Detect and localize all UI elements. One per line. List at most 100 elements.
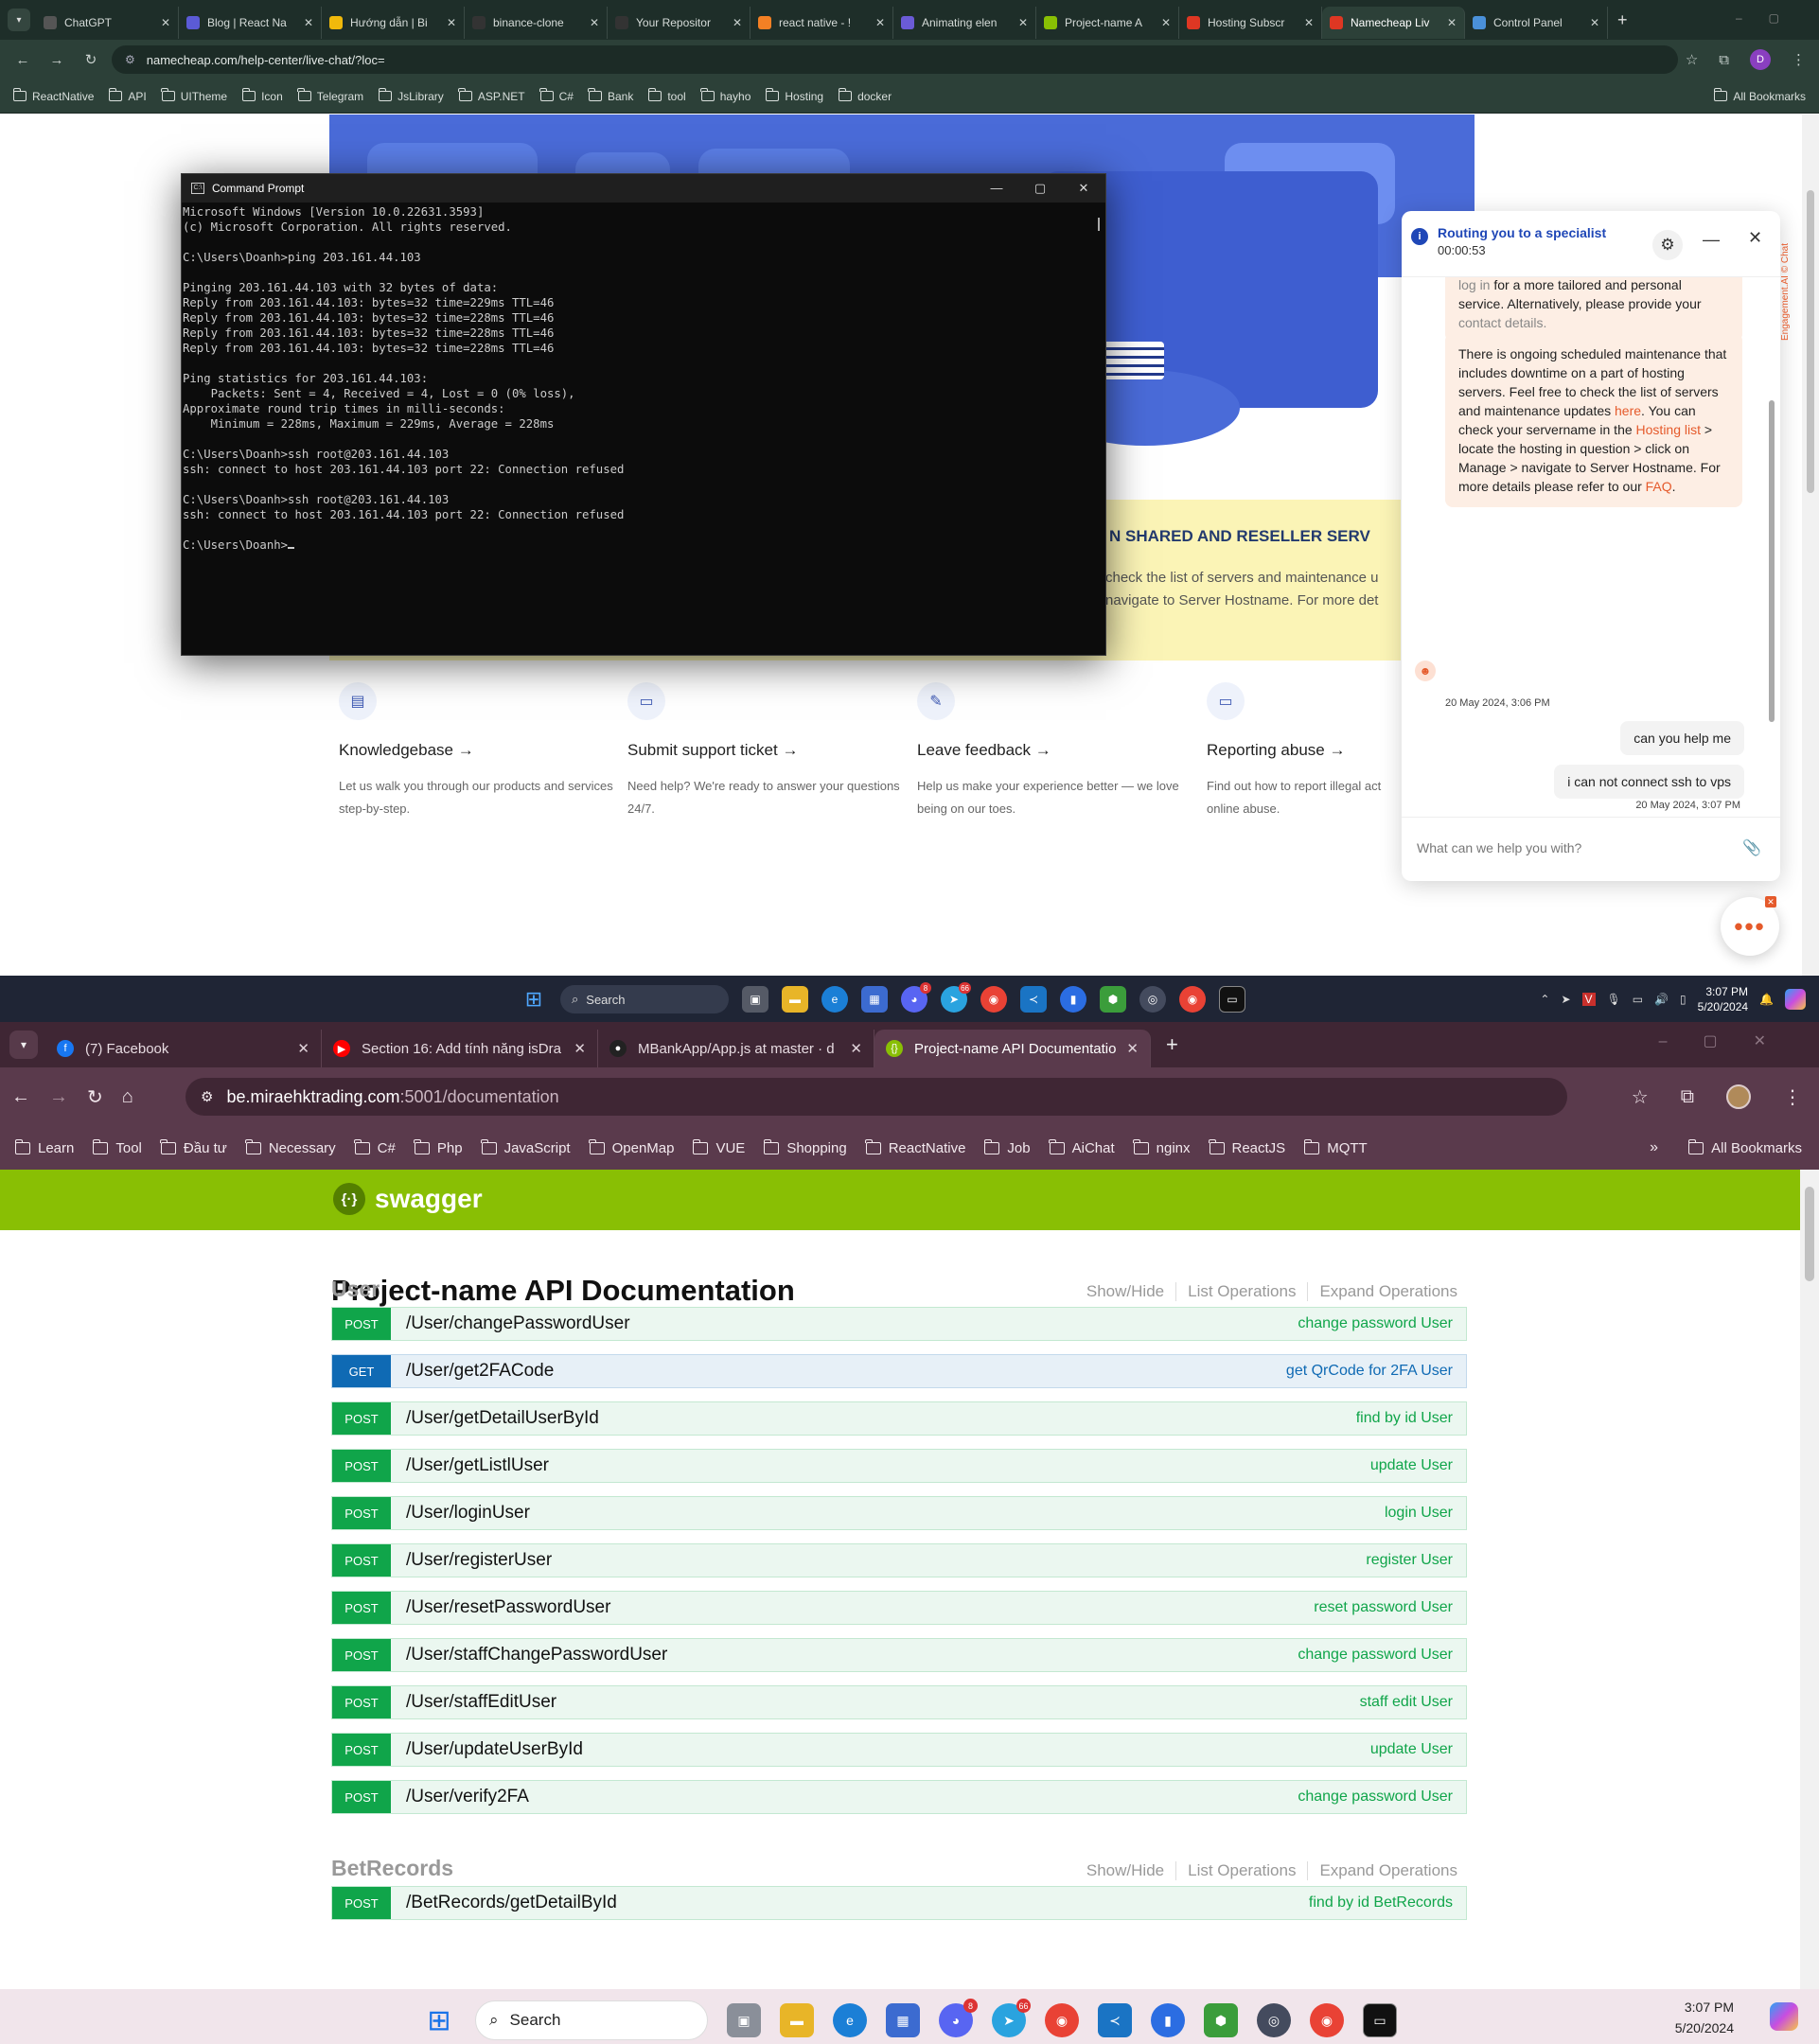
task-view-icon[interactable]: ▣ bbox=[742, 986, 768, 1013]
bookmark-folder[interactable]: OpenMap bbox=[589, 1138, 674, 1156]
bookmark-folder[interactable]: JavaScript bbox=[481, 1138, 571, 1156]
vscode-icon[interactable]: ≺ bbox=[1098, 2003, 1132, 2037]
chrome-icon[interactable]: ◉ bbox=[980, 986, 1007, 1013]
operation-row[interactable]: POST/User/registerUser register User bbox=[331, 1543, 1467, 1577]
store-icon[interactable]: ▦ bbox=[861, 986, 888, 1013]
show-hide-link[interactable]: Show/Hide bbox=[1075, 1282, 1177, 1301]
card-support-ticket[interactable]: ▭ Submit support ticket → Need help? We'… bbox=[627, 682, 902, 820]
app-icon[interactable]: ▮ bbox=[1151, 2003, 1185, 2037]
bookmark-folder[interactable]: Php bbox=[414, 1138, 463, 1156]
reload-icon[interactable]: ↻ bbox=[87, 1085, 103, 1109]
file-explorer-icon[interactable]: ▬ bbox=[782, 986, 808, 1013]
operation-summary[interactable]: change password User bbox=[1298, 1647, 1466, 1664]
chrome-icon[interactable]: ◉ bbox=[1310, 2003, 1344, 2037]
site-info-icon[interactable]: ⚙ bbox=[201, 1088, 213, 1105]
operation-path[interactable]: /User/getDetailUserById bbox=[406, 1408, 1356, 1429]
minimize-icon[interactable]: — bbox=[1703, 230, 1720, 250]
url-input[interactable]: ⚙ namecheap.com/help-center/live-chat/?l… bbox=[112, 45, 1678, 74]
close-icon[interactable]: ✕ bbox=[574, 1040, 586, 1057]
close-icon[interactable]: ✕ bbox=[1062, 174, 1105, 203]
operation-path[interactable]: /User/verify2FA bbox=[406, 1787, 1298, 1807]
operation-row[interactable]: POST/User/resetPasswordUser reset passwor… bbox=[331, 1591, 1467, 1625]
operation-summary[interactable]: update User bbox=[1370, 1457, 1466, 1474]
bookmark-folder[interactable]: Shopping bbox=[763, 1138, 847, 1156]
bookmark-folder[interactable]: Icon bbox=[241, 88, 283, 103]
home-icon[interactable]: ⌂ bbox=[122, 1086, 133, 1108]
swagger-logo[interactable]: {·} swagger bbox=[333, 1183, 483, 1215]
chrome-icon[interactable]: ◉ bbox=[1179, 986, 1206, 1013]
chat-messages[interactable]: log in for a more tailored and personal … bbox=[1402, 277, 1765, 812]
bookmark-folder[interactable]: tool bbox=[647, 88, 686, 103]
card-knowledgebase[interactable]: ▤ Knowledgebase → Let us walk you throug… bbox=[339, 682, 613, 820]
nodejs-icon[interactable]: ⬢ bbox=[1100, 986, 1126, 1013]
card-feedback[interactable]: ✎ Leave feedback → Help us make your exp… bbox=[917, 682, 1192, 820]
close-icon[interactable]: ✕ bbox=[304, 16, 313, 29]
bookmark-folder[interactable]: ASP.NET bbox=[458, 88, 525, 103]
close-icon[interactable]: ✕ bbox=[297, 1040, 309, 1057]
window-controls[interactable]: –▢ bbox=[1736, 11, 1806, 25]
new-tab-button[interactable]: + bbox=[1166, 1032, 1178, 1057]
all-bookmarks-button[interactable]: All Bookmarks bbox=[1713, 88, 1806, 103]
operation-path[interactable]: /User/loginUser bbox=[406, 1503, 1385, 1524]
operation-row[interactable]: POST/User/staffEditUser staff edit User bbox=[331, 1685, 1467, 1719]
tab-3[interactable]: {} Project-name API Documentatio ✕ bbox=[874, 1030, 1151, 1067]
all-bookmarks-button[interactable]: All Bookmarks bbox=[1687, 1138, 1802, 1156]
operation-row[interactable]: POST/User/changePasswordUser change passw… bbox=[331, 1307, 1467, 1341]
clock[interactable]: 3:07 PM 5/20/2024 bbox=[1698, 984, 1748, 1014]
bookmark-folder[interactable]: ReactNative bbox=[12, 88, 94, 103]
section-name[interactable]: BetRecords bbox=[331, 1856, 453, 1881]
bookmark-folder[interactable]: Job bbox=[983, 1138, 1031, 1156]
app-icon[interactable]: ◎ bbox=[1139, 986, 1166, 1013]
cmd-scrollbar[interactable] bbox=[1098, 218, 1100, 231]
operation-row[interactable]: POST/User/staffChangePasswordUser change … bbox=[331, 1638, 1467, 1672]
operation-path[interactable]: /BetRecords/getDetailById bbox=[406, 1893, 1309, 1913]
expand-operations-link[interactable]: Expand Operations bbox=[1308, 1282, 1457, 1301]
operation-summary[interactable]: find by id BetRecords bbox=[1309, 1894, 1466, 1912]
close-icon[interactable]: ✕ bbox=[733, 16, 742, 29]
taskbar-search[interactable]: ⌕ Search bbox=[475, 2000, 708, 2040]
forward-icon[interactable]: → bbox=[40, 52, 74, 68]
bookmark-folder[interactable]: JsLibrary bbox=[378, 88, 444, 103]
battery-icon[interactable]: ▯ bbox=[1680, 993, 1687, 1006]
app-icon[interactable]: ▮ bbox=[1060, 986, 1086, 1013]
scrollbar-thumb[interactable] bbox=[1805, 1187, 1814, 1281]
tab-9[interactable]: Namecheap Liv ✕ bbox=[1322, 7, 1465, 39]
operation-path[interactable]: /User/staffEditUser bbox=[406, 1692, 1360, 1713]
tab-4[interactable]: Your Repositor ✕ bbox=[608, 7, 751, 39]
copilot-icon[interactable] bbox=[1785, 988, 1806, 1010]
operation-path[interactable]: /User/changePasswordUser bbox=[406, 1313, 1298, 1334]
back-icon[interactable]: ← bbox=[11, 1086, 30, 1108]
menu-icon[interactable]: ⋮ bbox=[1783, 1085, 1802, 1109]
tab-1[interactable]: Blog | React Na ✕ bbox=[179, 7, 322, 39]
bookmark-folder[interactable]: Necessary bbox=[245, 1138, 336, 1156]
taskbar-search[interactable]: ⌕ Search bbox=[560, 985, 729, 1013]
tab-7[interactable]: Project-name A ✕ bbox=[1036, 7, 1179, 39]
bookmark-folder[interactable]: Bank bbox=[588, 88, 633, 103]
close-icon[interactable]: ✕ bbox=[1748, 228, 1762, 248]
avatar[interactable]: D bbox=[1750, 49, 1771, 70]
command-prompt-window[interactable]: C:\ Command Prompt — ▢ ✕ Microsoft Windo… bbox=[181, 173, 1106, 656]
close-icon[interactable]: ✕ bbox=[1018, 16, 1028, 29]
tab-2[interactable]: Hướng dẫn | Bi ✕ bbox=[322, 7, 465, 39]
task-view-icon[interactable]: ▣ bbox=[727, 2003, 761, 2037]
operation-row[interactable]: POST/User/loginUser login User bbox=[331, 1496, 1467, 1530]
chat-scrollbar-thumb[interactable] bbox=[1769, 400, 1775, 722]
tab-3[interactable]: binance-clone ✕ bbox=[465, 7, 608, 39]
store-icon[interactable]: ▦ bbox=[886, 2003, 920, 2037]
window-controls[interactable]: –▢✕ bbox=[1659, 1031, 1802, 1050]
telegram-icon[interactable]: ➤ 66 bbox=[992, 1999, 1031, 2037]
bookmark-folder[interactable]: Đầu tư bbox=[160, 1138, 227, 1156]
bookmark-folder[interactable]: ReactNative bbox=[865, 1138, 965, 1156]
operation-summary[interactable]: get QrCode for 2FA User bbox=[1286, 1363, 1466, 1380]
terminal-icon[interactable]: ▭ bbox=[1219, 986, 1245, 1013]
chat-scrollbar[interactable] bbox=[1769, 277, 1775, 741]
list-operations-link[interactable]: List Operations bbox=[1176, 1282, 1309, 1301]
nodejs-icon[interactable]: ⬢ bbox=[1204, 2003, 1238, 2037]
operation-path[interactable]: /User/staffChangePasswordUser bbox=[406, 1645, 1298, 1665]
tab-0[interactable]: ChatGPT ✕ bbox=[36, 7, 179, 39]
tab-6[interactable]: Animating elen ✕ bbox=[893, 7, 1036, 39]
bookmark-folder[interactable]: Learn bbox=[14, 1138, 74, 1156]
minimize-icon[interactable]: — bbox=[975, 174, 1018, 203]
close-icon[interactable]: ✕ bbox=[1765, 896, 1776, 907]
chat-input[interactable]: What can we help you with? 📎 bbox=[1402, 817, 1780, 881]
